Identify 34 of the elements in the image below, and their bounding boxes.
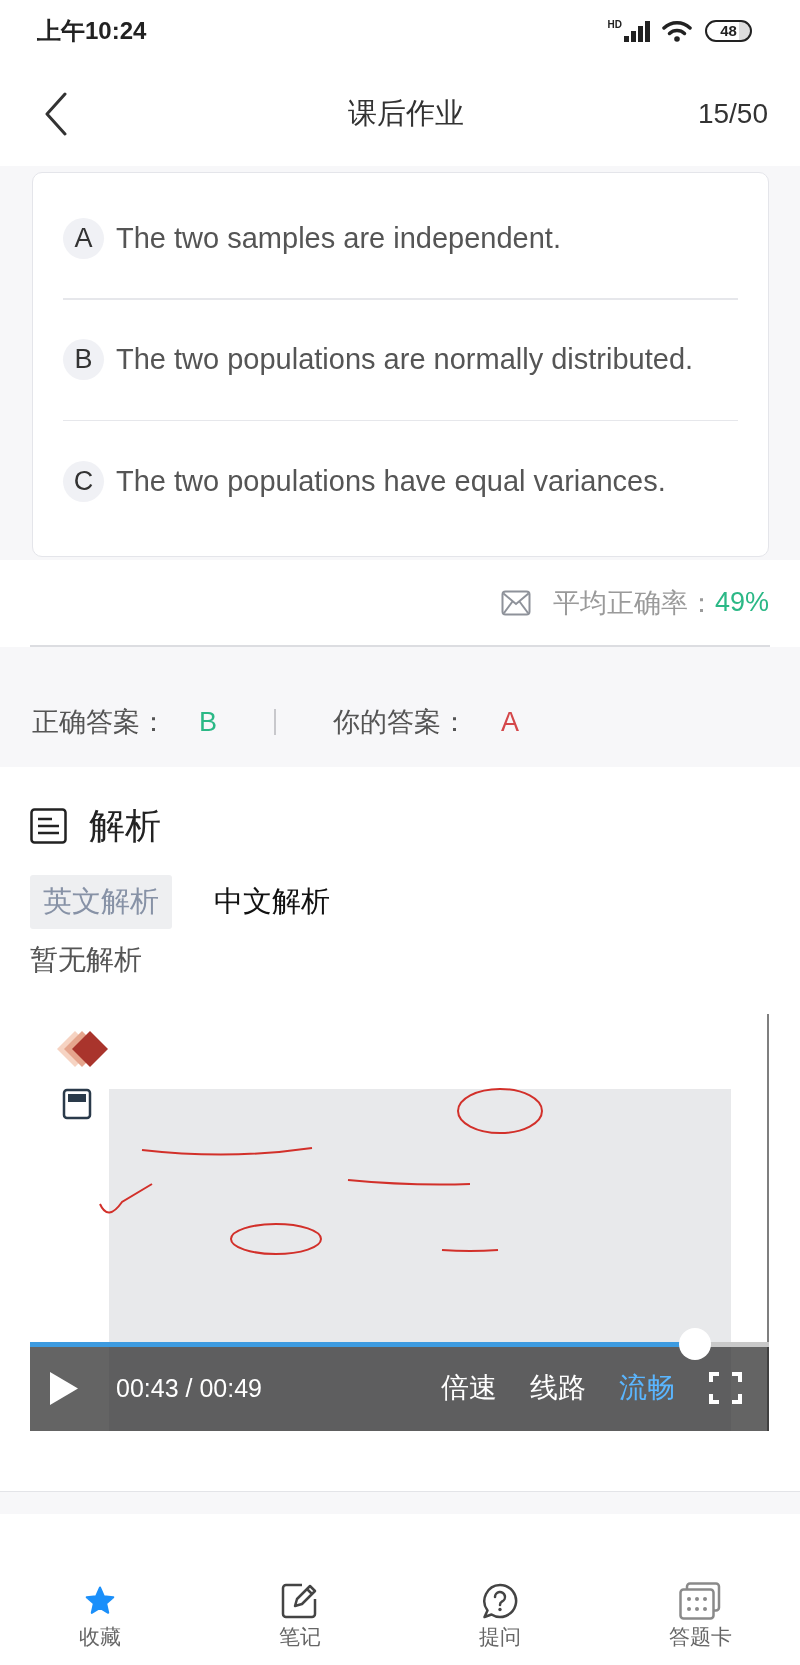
battery-indicator: 48 [705, 20, 752, 42]
your-answer-label: 你的答案： [333, 705, 468, 739]
play-icon[interactable] [50, 1371, 78, 1405]
option-text: The two samples are independent. [116, 221, 561, 255]
question-counter: 15/50 [697, 98, 768, 130]
playback-time: 00:43 / 00:49 [116, 1373, 262, 1403]
nav-item[interactable]: 答题卡 [668, 1581, 732, 1651]
envelope-icon [500, 589, 531, 616]
player-option-button[interactable]: 倍速 [441, 1369, 497, 1407]
your-answer-value: A [501, 705, 520, 739]
signal-icon [624, 21, 650, 42]
accuracy-value: 49% [714, 587, 769, 618]
nav-item[interactable]: 笔记 [279, 1581, 321, 1651]
option-text: The two populations have equal variances. [116, 464, 666, 498]
wifi-icon [662, 20, 692, 42]
status-time: 上午10:24 [37, 16, 147, 46]
analysis-tab[interactable]: 中文解析 [201, 874, 343, 929]
page-title: 课后作业 [348, 96, 464, 131]
option-letter: C [63, 460, 104, 502]
option-letter: A [63, 217, 104, 259]
player-option-button[interactable]: 线路 [530, 1369, 586, 1407]
option-letter: B [63, 339, 104, 380]
fullscreen-icon[interactable] [709, 1372, 742, 1404]
list-icon [30, 807, 67, 844]
network-type-label: HD [607, 20, 622, 30]
analysis-content: 暂无解析 [30, 942, 143, 977]
nav-item[interactable]: 收藏 [79, 1581, 121, 1651]
correct-answer-value: B [199, 705, 217, 739]
nav-item[interactable]: 提问 [479, 1581, 521, 1651]
back-icon[interactable] [44, 92, 68, 136]
correct-answer-label: 正确答案： [32, 705, 167, 739]
option-text: The two populations are normally distributed. [116, 343, 694, 376]
accuracy-label: 平均正确率： [552, 586, 715, 620]
analysis-title: 解析 [89, 807, 161, 844]
